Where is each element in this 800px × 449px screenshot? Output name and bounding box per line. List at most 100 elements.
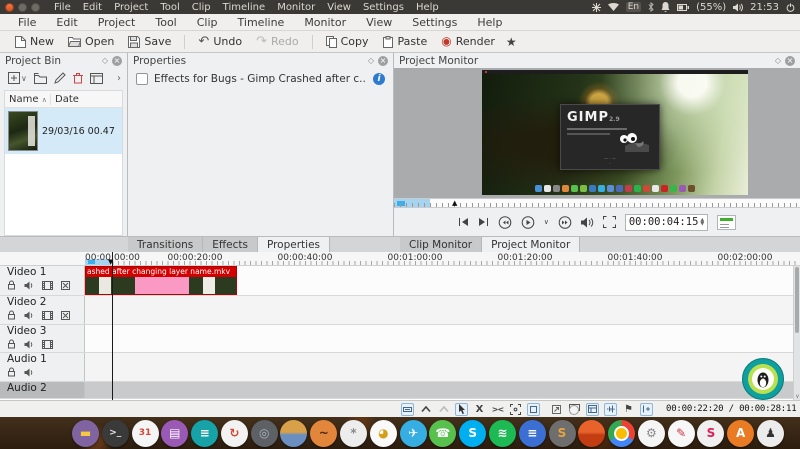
dock-icon-skype[interactable]: S bbox=[459, 420, 486, 447]
dock-icon-sailing[interactable]: ~ bbox=[310, 420, 337, 447]
go-to-end-button[interactable] bbox=[478, 217, 489, 227]
track-header[interactable]: Audio 1 bbox=[0, 353, 85, 381]
dock-icon-firefox[interactable] bbox=[578, 420, 605, 447]
global-menu-project[interactable]: Project bbox=[108, 2, 154, 13]
dock-icon-chrome[interactable] bbox=[608, 420, 635, 447]
delete-clip-button[interactable] bbox=[73, 72, 83, 84]
notification-bell-icon[interactable] bbox=[661, 2, 670, 12]
track-lane[interactable] bbox=[85, 353, 800, 381]
monitor-playhead-icon[interactable]: ▲ bbox=[452, 200, 457, 207]
tab-properties[interactable]: Properties bbox=[258, 237, 330, 253]
dock-icon-documents[interactable]: ▤ bbox=[161, 420, 188, 447]
battery-percentage[interactable]: (55%) bbox=[696, 2, 726, 13]
lock-icon[interactable] bbox=[7, 339, 16, 349]
window-maximize-button[interactable] bbox=[31, 3, 40, 12]
dock-icon-telegram[interactable]: ✈ bbox=[400, 420, 427, 447]
insert-zone-button[interactable] bbox=[640, 403, 653, 416]
lock-icon[interactable] bbox=[7, 367, 16, 377]
tab-effects[interactable]: Effects bbox=[203, 237, 258, 253]
global-menu-clip[interactable]: Clip bbox=[186, 2, 217, 13]
paste-button[interactable]: Paste bbox=[376, 33, 435, 50]
float-panel-icon[interactable]: ◇ bbox=[102, 56, 108, 66]
wifi-icon[interactable] bbox=[608, 3, 619, 11]
global-menu-file[interactable]: File bbox=[48, 2, 77, 13]
zoom-slider-handle[interactable] bbox=[569, 405, 579, 415]
more-options-icon[interactable]: › bbox=[117, 73, 121, 84]
automatic-transitions-button[interactable] bbox=[401, 403, 414, 416]
open-button[interactable]: Open bbox=[61, 33, 121, 50]
global-menu-settings[interactable]: Settings bbox=[357, 2, 410, 13]
save-button[interactable]: Save bbox=[121, 33, 178, 50]
lock-icon[interactable] bbox=[7, 280, 16, 290]
menu-project[interactable]: Project bbox=[88, 16, 146, 29]
dock-icon-weather[interactable] bbox=[280, 420, 307, 447]
play-button[interactable] bbox=[521, 216, 535, 229]
bluetooth-icon[interactable] bbox=[648, 2, 654, 12]
dock-icon-calendar[interactable]: 31 bbox=[132, 420, 159, 447]
arrow-down-button[interactable] bbox=[437, 403, 450, 416]
film-icon[interactable] bbox=[42, 340, 53, 349]
tab-transitions[interactable]: Transitions bbox=[128, 237, 203, 253]
menu-clip[interactable]: Clip bbox=[187, 16, 228, 29]
window-minimize-button[interactable] bbox=[18, 3, 27, 12]
close-panel-icon[interactable]: × bbox=[378, 56, 388, 66]
power-icon[interactable] bbox=[786, 3, 795, 12]
fast-forward-button[interactable] bbox=[558, 216, 572, 229]
monitor-timecode-box[interactable]: 00:00:04:15 ▲▼ bbox=[625, 214, 708, 231]
dock-icon-plugin[interactable]: ♟ bbox=[757, 420, 784, 447]
window-close-button[interactable] bbox=[5, 3, 14, 12]
effect-enable-checkbox[interactable] bbox=[136, 73, 148, 85]
menu-tool[interactable]: Tool bbox=[145, 16, 186, 29]
redo-button[interactable]: ↷Redo bbox=[249, 33, 306, 50]
global-menu-monitor[interactable]: Monitor bbox=[271, 2, 321, 13]
dock-icon-files[interactable]: ▬ bbox=[72, 420, 99, 447]
project-settings-button[interactable] bbox=[90, 73, 103, 84]
tab-clip-monitor[interactable]: Clip Monitor bbox=[400, 237, 482, 253]
dock-icon-tweaks[interactable]: ⚙ bbox=[638, 420, 665, 447]
scrollbar-thumb[interactable] bbox=[795, 267, 799, 333]
add-clip-button[interactable]: ∨ bbox=[8, 72, 27, 84]
fit-zoom-button[interactable] bbox=[509, 403, 522, 416]
timeline-scrollbar[interactable]: ∨ bbox=[793, 266, 800, 400]
timeline-ruler[interactable]: ▼ 00:00:00:0000:00:20:0000:00:40:0000:01… bbox=[0, 252, 800, 266]
new-button[interactable]: New bbox=[8, 33, 61, 50]
track-header[interactable]: Video 2 bbox=[0, 296, 85, 324]
lock-icon[interactable] bbox=[7, 310, 16, 320]
close-panel-icon[interactable]: × bbox=[112, 56, 122, 66]
info-icon[interactable]: i bbox=[373, 73, 385, 85]
video-thumbnails-toggle[interactable] bbox=[586, 403, 599, 416]
monitor-ruler[interactable]: ▲ bbox=[394, 198, 800, 208]
create-folder-button[interactable] bbox=[34, 73, 47, 84]
film-icon[interactable] bbox=[42, 311, 53, 320]
global-menu-help[interactable]: Help bbox=[410, 2, 445, 13]
timeline[interactable]: Video 1ashed after changing layer name.m… bbox=[0, 266, 800, 400]
film-icon[interactable] bbox=[42, 281, 53, 290]
keyboard-layout-indicator[interactable]: En bbox=[626, 2, 641, 12]
track-lane[interactable] bbox=[85, 325, 800, 352]
close-panel-icon[interactable]: × bbox=[785, 56, 795, 66]
volume-button[interactable] bbox=[581, 217, 594, 228]
float-panel-icon[interactable]: ◇ bbox=[775, 56, 781, 66]
timeline-clip[interactable]: ashed after changing layer name.mkv bbox=[85, 266, 237, 295]
razor-tool-button[interactable]: X bbox=[473, 403, 486, 416]
global-menu-timeline[interactable]: Timeline bbox=[217, 2, 272, 13]
zone-mode-button[interactable] bbox=[603, 216, 616, 228]
star-icon[interactable]: ★ bbox=[506, 35, 517, 49]
global-menu-edit[interactable]: Edit bbox=[77, 2, 108, 13]
dock-icon-viber[interactable]: ☎ bbox=[429, 420, 456, 447]
rewind-button[interactable] bbox=[498, 216, 512, 229]
dock-icon-appcenter[interactable]: A bbox=[727, 420, 754, 447]
menu-timeline[interactable]: Timeline bbox=[228, 16, 295, 29]
column-name[interactable]: Name ∧ bbox=[5, 94, 51, 105]
fx-icon[interactable] bbox=[61, 281, 70, 290]
dock-icon-photos[interactable]: ◕ bbox=[370, 420, 397, 447]
dock-icon-sublime[interactable]: S bbox=[549, 420, 576, 447]
dock-icon-butterfly[interactable]: * bbox=[340, 420, 367, 447]
speaker-icon[interactable] bbox=[24, 281, 34, 290]
tab-project-monitor[interactable]: Project Monitor bbox=[482, 237, 580, 253]
clock[interactable]: 21:53 bbox=[750, 2, 779, 13]
track-header[interactable]: Audio 2 bbox=[0, 382, 85, 398]
menu-edit[interactable]: Edit bbox=[46, 16, 87, 29]
undo-button[interactable]: ↶Undo bbox=[191, 33, 249, 50]
play-options-chevron-icon[interactable]: ∨ bbox=[544, 218, 549, 226]
